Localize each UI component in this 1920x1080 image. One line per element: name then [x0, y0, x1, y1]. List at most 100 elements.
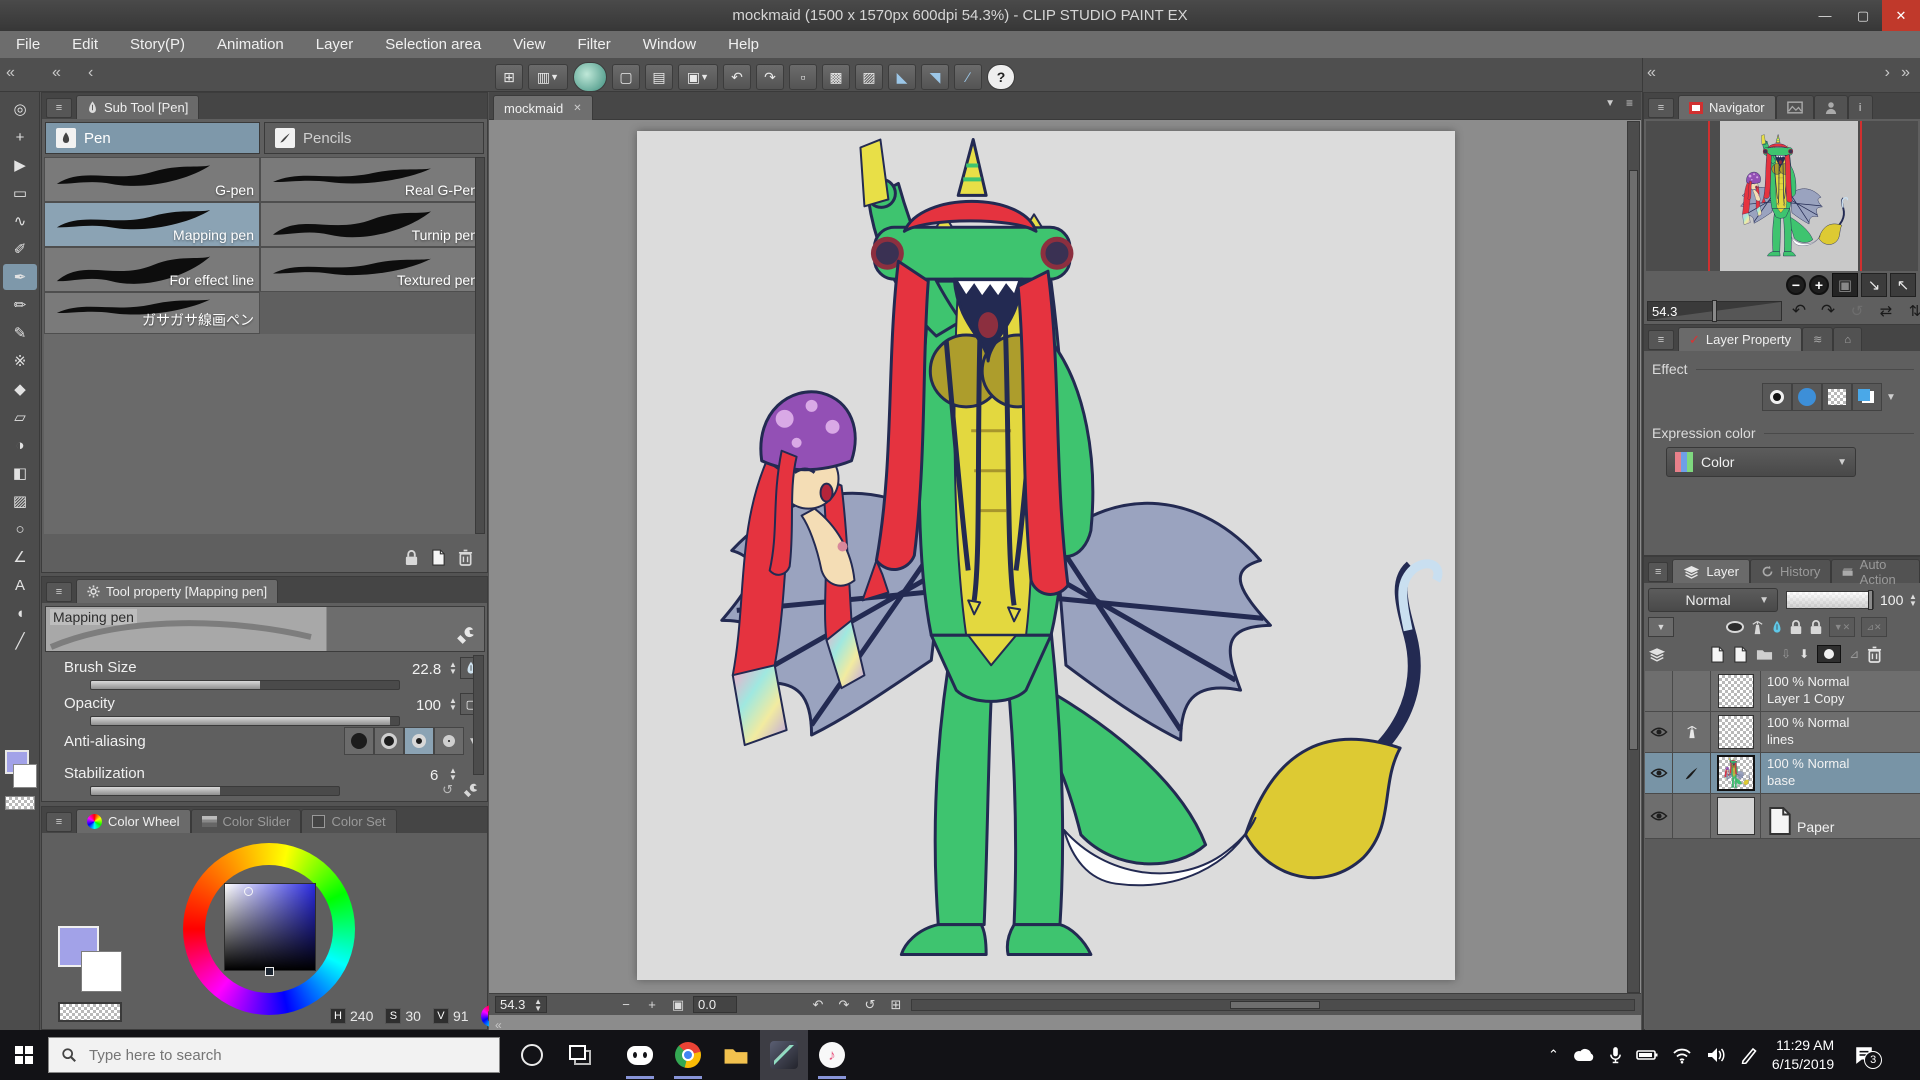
navigator-rotate-right-icon[interactable]: ↷ [1815, 299, 1841, 323]
decoration-tool[interactable]: ◆ [3, 376, 37, 402]
opacity-value[interactable]: 100 [416, 697, 441, 714]
redo-button[interactable]: ↷ [756, 64, 784, 90]
menu-view[interactable]: View [497, 31, 561, 58]
canvas-settings-button[interactable]: ▥▼ [528, 64, 568, 90]
sv-handle[interactable] [265, 967, 274, 976]
layer-name[interactable]: Paper [1797, 819, 1834, 836]
visibility-eye-icon[interactable] [1645, 712, 1673, 752]
navigator-zoom-slider[interactable]: 54.3 [1647, 301, 1782, 321]
minimize-button[interactable]: — [1806, 0, 1844, 31]
stabilization-slider[interactable] [90, 786, 340, 796]
create-mask-icon[interactable] [1817, 645, 1841, 663]
volume-icon[interactable] [1706, 1047, 1726, 1063]
transparent-color-swatch[interactable] [5, 796, 35, 810]
status-rotate-right-icon[interactable]: ↷ [833, 996, 855, 1014]
color-slider-tab[interactable]: Color Slider [191, 809, 302, 833]
status-zoom-in-icon[interactable]: + [641, 996, 663, 1014]
menu-animation[interactable]: Animation [201, 31, 300, 58]
subtool-group-tab-pencils[interactable]: Pencils [264, 122, 484, 154]
subtool-panel-menu-icon[interactable]: ≡ [46, 98, 72, 118]
sub-color-swatch[interactable] [13, 764, 37, 788]
navigator-flip-vertical-icon[interactable]: ⇅ [1902, 299, 1920, 323]
menu-story[interactable]: Story(P) [114, 31, 201, 58]
expression-color-dropdown[interactable]: Color ▼ [1666, 447, 1856, 477]
menu-selection-area[interactable]: Selection area [369, 31, 497, 58]
status-fit-icon[interactable]: ▣ [667, 996, 689, 1014]
clip-studio-logo[interactable] [573, 62, 607, 92]
brush-g-pen[interactable]: G-pen [44, 157, 260, 202]
navigator-reset-rotation-icon[interactable]: ↺ [1844, 299, 1870, 323]
windows-ink-icon[interactable] [1740, 1046, 1758, 1064]
menu-layer[interactable]: Layer [300, 31, 370, 58]
navigator-zoom-in-icon[interactable]: + [1809, 275, 1829, 295]
layer-opacity-value[interactable]: 100 [1880, 592, 1903, 608]
visibility-eye-icon[interactable] [1645, 794, 1673, 838]
effect-layer-color-button[interactable] [1852, 383, 1882, 411]
lasso-tool[interactable]: ∿ [3, 208, 37, 234]
transparent-color-well[interactable] [58, 1002, 122, 1022]
brush-size-value[interactable]: 22.8 [412, 661, 441, 678]
quick-share-tab[interactable] [1814, 95, 1848, 119]
navigator-rotate-left-icon[interactable]: ↶ [1786, 299, 1812, 323]
status-grid-icon[interactable]: ⊞ [885, 996, 907, 1014]
layer-row-base[interactable]: 100 % Normal base [1645, 753, 1920, 794]
brush-turnip-pen[interactable]: Turnip pen [260, 202, 484, 247]
itunes-icon[interactable]: ♪ [808, 1030, 856, 1080]
lock-layer-icon[interactable] [1789, 619, 1803, 635]
antialias-weak-button[interactable] [374, 727, 404, 755]
saturation-value[interactable]: 30 [405, 1008, 421, 1024]
tone-tab[interactable]: ≋ [1802, 327, 1833, 351]
status-zoom-value[interactable]: 54.3▲▼ [495, 996, 547, 1013]
eyedropper-tool[interactable]: ✐ [3, 236, 37, 262]
menu-help[interactable]: Help [712, 31, 775, 58]
workspace-button[interactable]: ⊞ [495, 64, 523, 90]
navigator-preview[interactable] [1646, 121, 1918, 271]
value-value[interactable]: 91 [453, 1008, 469, 1024]
wrench-icon[interactable] [456, 625, 476, 645]
layer-property-tab[interactable]: ✓ Layer Property [1678, 327, 1802, 351]
layer-name[interactable]: base [1767, 772, 1849, 789]
status-rotation-value[interactable]: 0.0 [693, 996, 737, 1013]
collapse-left-panels-icon[interactable]: « [6, 64, 15, 82]
gradient-tool[interactable]: ▨ [3, 488, 37, 514]
reference-layer-icon[interactable] [1750, 620, 1765, 635]
tab-menu-icon[interactable]: ≡ [1626, 96, 1633, 110]
action-center-button[interactable]: 3 [1854, 1045, 1874, 1065]
discord-icon[interactable] [616, 1030, 664, 1080]
palette-color-button[interactable]: ▼ [1648, 617, 1674, 637]
cortana-button[interactable] [508, 1030, 556, 1080]
navigator-zoom-actual-button[interactable]: ↖ [1890, 273, 1916, 297]
navigator-zoom-value[interactable]: 54.3 [1652, 304, 1677, 319]
tool-settings-wrench-icon[interactable] [463, 782, 479, 798]
tab-list-icon[interactable]: ▼ [1605, 98, 1615, 109]
new-file-button[interactable]: ▢ [612, 64, 640, 90]
layer-row-lines[interactable]: 100 % Normal lines [1645, 712, 1920, 753]
effect-tab2[interactable]: ⌂ [1833, 327, 1862, 351]
brush-for-effect-line[interactable]: For effect line [44, 247, 260, 292]
brush-textured-pen[interactable]: Textured pen [260, 247, 484, 292]
sv-marker[interactable] [244, 887, 253, 896]
hue-value[interactable]: 240 [350, 1008, 373, 1024]
color-panel-menu-icon[interactable]: ≡ [46, 812, 72, 832]
navigator-flip-horizontal-icon[interactable]: ⇄ [1873, 299, 1899, 323]
antialias-strong-button[interactable] [434, 727, 464, 755]
enable-mask-icon[interactable]: ▼✕ [1829, 617, 1855, 637]
apply-mask-icon[interactable]: ⊿ [1849, 647, 1859, 661]
lock-transparent-pixel-icon[interactable] [1809, 619, 1823, 635]
navigator-fit-button[interactable]: ▣ [1832, 273, 1858, 297]
fill-tool[interactable]: ◧ [3, 460, 37, 486]
effect-dropdown-icon[interactable]: ▼ [1882, 392, 1900, 403]
selection-border-button[interactable]: ▨ [855, 64, 883, 90]
tool-property-menu-icon[interactable]: ≡ [46, 582, 72, 602]
collapse-right-panels-icon[interactable]: « [1647, 64, 1656, 82]
saturation-value-square[interactable] [224, 883, 316, 971]
subtool-panel-tab[interactable]: Sub Tool [Pen] [76, 95, 199, 119]
tray-overflow-chevron-icon[interactable]: ⌃ [1548, 1047, 1559, 1063]
search-input[interactable] [87, 1046, 447, 1065]
document-tab-close-icon[interactable]: ✕ [573, 103, 581, 114]
collapse-left-icon[interactable]: « [52, 64, 61, 82]
snap-grid-button[interactable]: ∕ [954, 64, 982, 90]
information-tab[interactable]: i [1848, 95, 1873, 119]
new-raster-layer-icon[interactable] [1710, 646, 1725, 663]
ruler-range-icon[interactable]: ⊿✕ [1861, 617, 1887, 637]
